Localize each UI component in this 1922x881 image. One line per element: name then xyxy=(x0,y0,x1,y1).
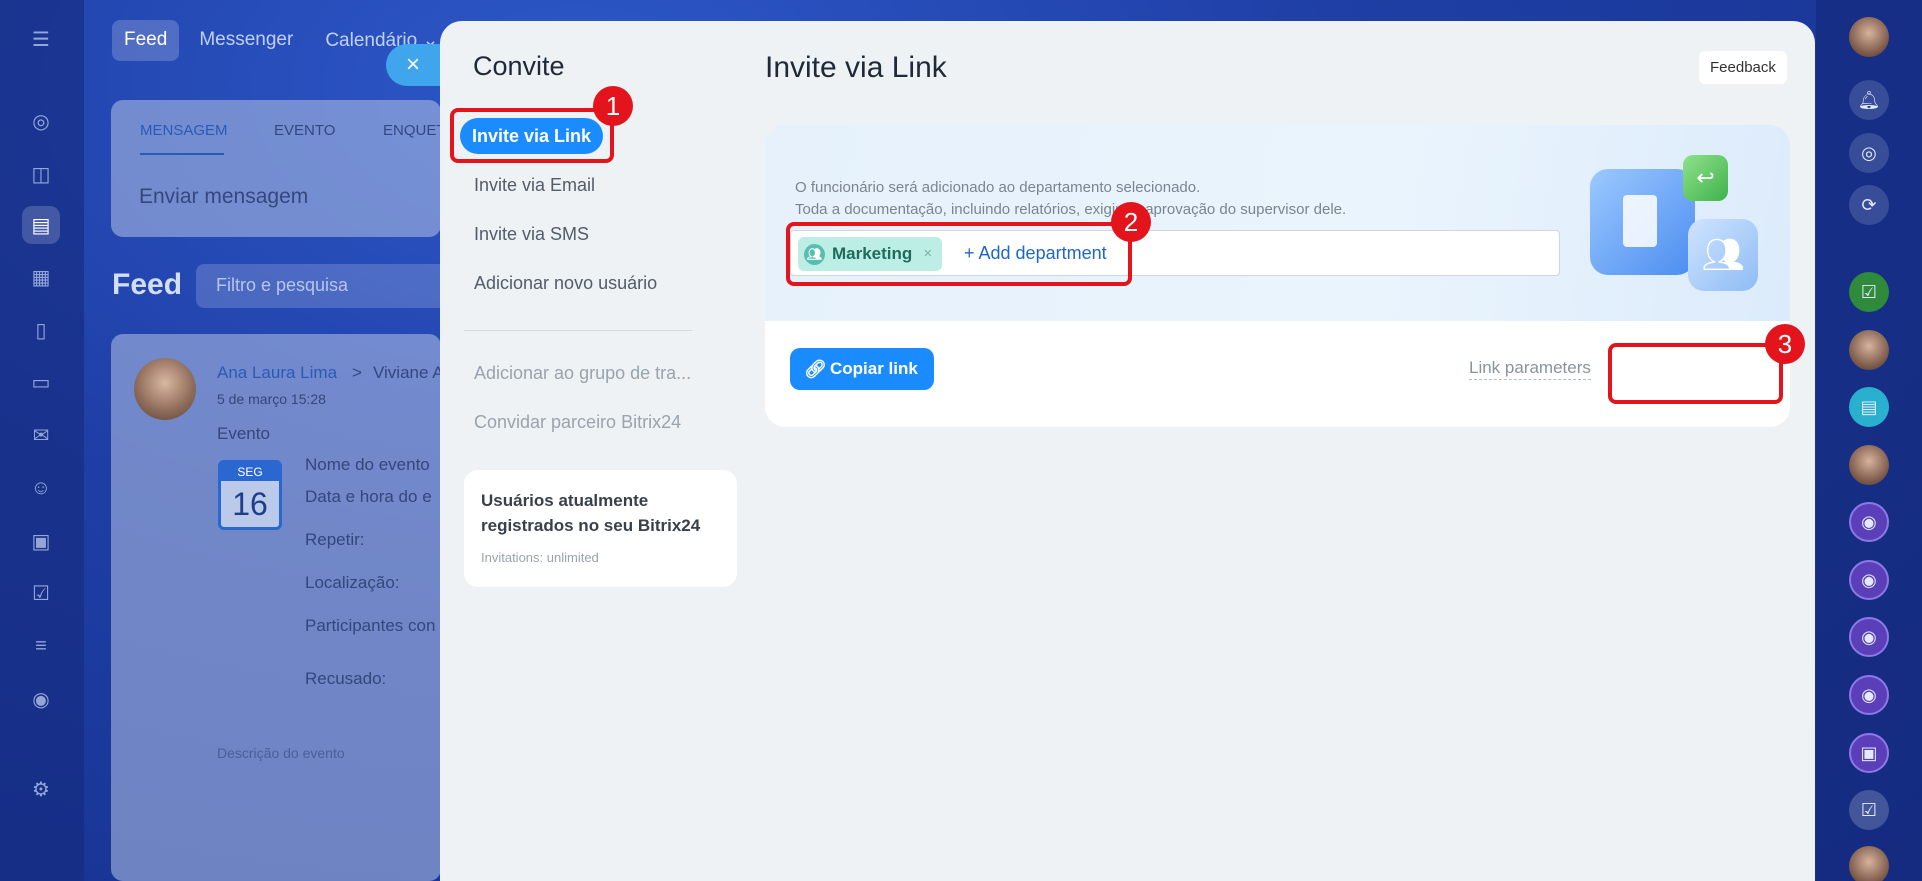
openline-icon[interactable]: ◉ xyxy=(1849,502,1889,542)
close-slider-button[interactable]: × xyxy=(386,44,444,86)
tasks-icon[interactable]: ☑ xyxy=(22,574,60,612)
department-illustration: ↩ 👥︎ xyxy=(1590,155,1760,295)
right-sidebar: 🔔︎ ◎ ⟳ ☑ ▤ ◉ ◉ ◉ ◉ ▣ ☑ xyxy=(1816,0,1922,881)
post-datetime: 5 de março 15:28 xyxy=(217,391,326,407)
event-field-location: Localização: xyxy=(305,573,400,592)
settings-icon[interactable]: ⚙ xyxy=(22,770,60,808)
feed-icon[interactable]: ▤ xyxy=(22,206,60,244)
drive-icon[interactable]: ▭ xyxy=(22,363,60,401)
composer-tab-event[interactable]: EVENTO xyxy=(274,122,335,139)
composer-input[interactable]: Enviar mensagem xyxy=(139,185,308,209)
calendar-day-abbr: SEG xyxy=(221,463,279,481)
page-title: Invite via Link xyxy=(765,51,947,84)
invite-slider-panel: Convite Invite via Link Invite via Email… xyxy=(440,21,1815,881)
general-chat-icon[interactable]: ▤ xyxy=(1849,387,1889,427)
composer-card xyxy=(111,100,441,237)
contact-avatar-icon[interactable] xyxy=(1849,445,1889,485)
event-field-name: Nome do evento xyxy=(305,455,430,474)
annotation-badge-3: 3 xyxy=(1765,324,1805,364)
left-sidebar: ☰ ◎ ◫ ▤ ▦ ▯ ▭ ✉ ☺ ▣ ☑ ≡ ◉ ⚙ xyxy=(0,0,84,881)
sync-icon[interactable]: ⟳ xyxy=(1849,185,1889,225)
chat-icon[interactable]: ◫ xyxy=(22,155,60,193)
link-parameters-link[interactable]: Link parameters xyxy=(1469,358,1591,380)
annotation-highlight-2 xyxy=(786,222,1132,286)
sites-icon[interactable]: ◎ xyxy=(22,102,60,140)
contact-avatar-icon[interactable] xyxy=(1849,846,1889,881)
board-icon[interactable]: ▣ xyxy=(22,522,60,560)
annotation-badge-2: 2 xyxy=(1111,202,1151,242)
avatar[interactable] xyxy=(134,358,196,420)
users-icon: 👥︎ xyxy=(1688,219,1758,291)
contacts-icon[interactable]: ☺ xyxy=(22,469,60,507)
annotation-highlight-3 xyxy=(1608,343,1783,404)
menu-invite-partner[interactable]: Convidar parceiro Bitrix24 xyxy=(474,412,681,433)
event-field-declined: Recusado: xyxy=(305,669,387,688)
menu-invite-via-email[interactable]: Invite via Email xyxy=(474,175,595,196)
event-field-repeat: Repetir: xyxy=(305,530,365,549)
event-field-datetime: Data e hora do e xyxy=(305,487,432,506)
openline-icon[interactable]: ◉ xyxy=(1849,617,1889,657)
post-arrow: > xyxy=(352,363,362,382)
feed-title: Feed xyxy=(112,268,183,301)
reply-arrow-icon: ↩ xyxy=(1683,155,1728,201)
building-icon xyxy=(1623,195,1657,247)
annotation-badge-1: 1 xyxy=(593,86,633,126)
description: O funcionário será adicionado ao departa… xyxy=(795,177,1346,221)
feedback-button[interactable]: Feedback xyxy=(1699,51,1787,84)
mail-icon[interactable]: ✉ xyxy=(22,416,60,454)
annotation-highlight-1 xyxy=(450,108,614,163)
composer-tab-underline xyxy=(140,153,224,155)
menu-invite-via-sms[interactable]: Invite via SMS xyxy=(474,224,589,245)
description-line-2: Toda a documentação, incluindo relatório… xyxy=(795,201,1347,218)
feed-search-input[interactable]: Filtro e pesquisa xyxy=(196,264,456,308)
target-icon[interactable]: ◉ xyxy=(22,680,60,718)
openline-icon[interactable]: ◉ xyxy=(1849,675,1889,715)
document-icon[interactable]: ▯ xyxy=(22,311,60,349)
link-icon: 🔗︎ xyxy=(804,359,827,379)
users-info-title: Usuários atualmente registrados no seu B… xyxy=(481,491,701,535)
menu-add-to-workgroup[interactable]: Adicionar ao grupo de tra... xyxy=(474,363,691,384)
users-info-subtitle: Invitations: unlimited xyxy=(481,550,599,565)
checklist-icon[interactable]: ☑ xyxy=(1849,790,1889,830)
openline-icon[interactable]: ◉ xyxy=(1849,560,1889,600)
event-field-participants: Participantes con xyxy=(305,616,436,635)
calendar-day: 16 xyxy=(232,486,268,522)
post-recipient[interactable]: Viviane A xyxy=(373,363,444,383)
copilot-icon[interactable]: ◎ xyxy=(1849,133,1889,173)
tasks-chat-icon[interactable]: ☑ xyxy=(1849,272,1889,312)
composer-tab-message[interactable]: MENSAGEM xyxy=(140,122,228,139)
copy-link-label: Copiar link xyxy=(830,359,918,378)
tab-messenger[interactable]: Messenger xyxy=(187,20,305,61)
menu-divider xyxy=(464,330,692,331)
description-line-1: O funcionário será adicionado ao departa… xyxy=(795,179,1201,196)
event-description-label: Descrição do evento xyxy=(217,745,345,761)
filter-icon[interactable]: ≡ xyxy=(22,627,60,665)
post-type: Evento xyxy=(217,424,270,443)
panel-title: Convite xyxy=(473,51,565,81)
post-author[interactable]: Ana Laura Lima xyxy=(217,363,337,383)
menu-add-new-user[interactable]: Adicionar novo usuário xyxy=(474,273,657,294)
calendar-icon[interactable]: ▦ xyxy=(22,258,60,296)
tab-feed[interactable]: Feed xyxy=(112,20,180,61)
calendar-badge: SEG 16 xyxy=(218,460,282,530)
users-info-card: Usuários atualmente registrados no seu B… xyxy=(464,470,737,587)
user-avatar[interactable] xyxy=(1849,17,1889,57)
copy-link-button[interactable]: 🔗︎ Copiar link xyxy=(790,348,934,390)
bell-icon[interactable]: 🔔︎ xyxy=(1849,80,1889,120)
menu-icon[interactable]: ☰ xyxy=(22,20,60,58)
notes-icon[interactable]: ▣ xyxy=(1849,733,1889,773)
close-icon: × xyxy=(406,51,421,78)
composer-tab-poll[interactable]: ENQUET xyxy=(383,122,446,139)
contact-avatar-icon[interactable] xyxy=(1849,330,1889,370)
